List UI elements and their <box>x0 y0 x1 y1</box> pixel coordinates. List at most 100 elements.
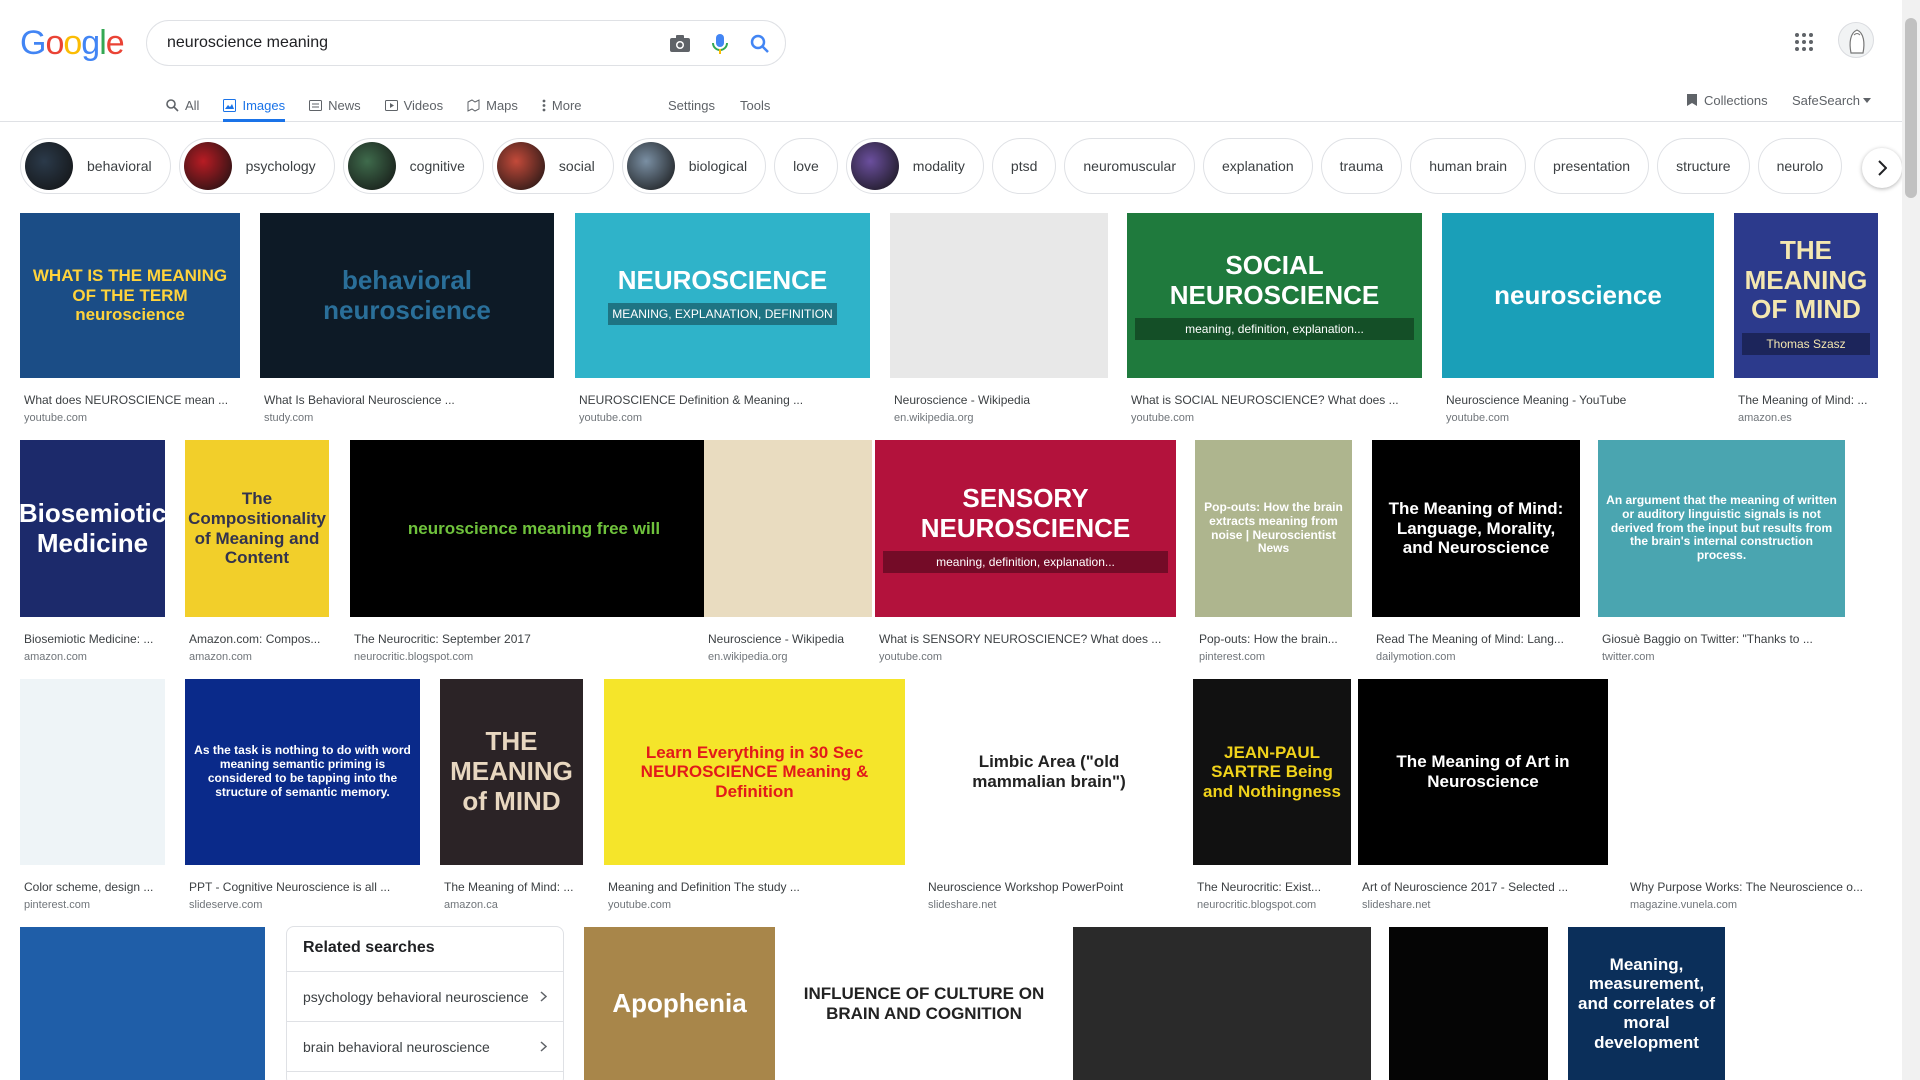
image-result[interactable]: The Meaning of Mind: Language, Morality,… <box>1372 440 1580 667</box>
chip-explanation[interactable]: explanation <box>1203 138 1313 194</box>
result-title[interactable]: Giosuè Baggio on Twitter: "Thanks to ... <box>1602 632 1845 646</box>
result-source[interactable]: youtube.com <box>579 412 870 424</box>
result-source[interactable]: pinterest.com <box>1199 651 1352 663</box>
chip-neuromuscular[interactable]: neuromuscular <box>1064 138 1195 194</box>
settings-link[interactable]: Settings <box>668 88 715 122</box>
result-thumbnail[interactable] <box>1626 679 1880 865</box>
result-thumbnail[interactable] <box>20 927 265 1080</box>
result-title[interactable]: The Neurocritic: Exist... <box>1197 880 1351 894</box>
chip-neurolo[interactable]: neurolo <box>1757 138 1843 194</box>
image-result[interactable] <box>1389 927 1548 1080</box>
result-thumbnail[interactable]: Learn Everything in 30 Sec NEUROSCIENCE … <box>604 679 905 865</box>
result-thumbnail[interactable]: Limbic Area ("old mammalian brain") <box>924 679 1174 865</box>
result-thumbnail[interactable] <box>704 440 872 617</box>
search-icon[interactable] <box>747 31 773 57</box>
result-title[interactable]: Read The Meaning of Mind: Lang... <box>1376 632 1580 646</box>
result-source[interactable]: amazon.es <box>1738 412 1878 424</box>
result-thumbnail[interactable]: As the task is nothing to do with word m… <box>185 679 420 865</box>
image-result[interactable]: SOCIAL NEUROSCIENCE meaning, definition, … <box>1127 213 1422 428</box>
chip-biological[interactable]: biological <box>621 138 767 194</box>
image-result[interactable]: WHAT IS THE MEANING OF THE TERM neurosci… <box>20 213 240 428</box>
result-thumbnail[interactable] <box>20 679 165 865</box>
apps-icon[interactable] <box>1794 32 1818 56</box>
result-source[interactable]: neurocritic.blogspot.com <box>1197 899 1351 911</box>
image-result[interactable]: Limbic Area ("old mammalian brain") Neuro… <box>924 679 1174 915</box>
result-title[interactable]: Neuroscience - Wikipedia <box>894 393 1108 407</box>
result-source[interactable]: en.wikipedia.org <box>894 412 1108 424</box>
result-source[interactable]: dailymotion.com <box>1376 651 1580 663</box>
tab-maps[interactable]: Maps <box>467 88 518 122</box>
related-search-item[interactable] <box>287 1071 563 1080</box>
result-title[interactable]: The Meaning of Mind: ... <box>444 880 583 894</box>
result-source[interactable]: amazon.com <box>24 651 165 663</box>
result-title[interactable]: NEUROSCIENCE Definition & Meaning ... <box>579 393 870 407</box>
result-thumbnail[interactable]: SENSORY NEUROSCIENCE meaning, definition,… <box>875 440 1176 617</box>
result-thumbnail[interactable] <box>1389 927 1548 1080</box>
image-result[interactable]: Learn Everything in 30 Sec NEUROSCIENCE … <box>604 679 905 915</box>
tab-videos[interactable]: Videos <box>384 88 443 122</box>
result-title[interactable]: Biosemiotic Medicine: ... <box>24 632 165 646</box>
image-result[interactable]: neuroscience meaning free will The Neuroc… <box>350 440 718 667</box>
result-title[interactable]: The Meaning of Mind: ... <box>1738 393 1878 407</box>
result-source[interactable]: youtube.com <box>24 412 240 424</box>
chips-next-button[interactable] <box>1862 148 1902 188</box>
chip-ptsd[interactable]: ptsd <box>991 138 1057 194</box>
result-thumbnail[interactable]: An argument that the meaning of written … <box>1598 440 1845 617</box>
result-source[interactable]: magazine.vunela.com <box>1630 899 1880 911</box>
result-source[interactable]: amazon.com <box>189 651 329 663</box>
image-result[interactable]: THE MEANING of MIND The Meaning of Mind: … <box>440 679 583 915</box>
result-thumbnail[interactable] <box>1742 927 1878 1080</box>
result-source[interactable]: slideshare.net <box>928 899 1174 911</box>
result-thumbnail[interactable]: neuroscience <box>1442 213 1714 378</box>
chip-presentation[interactable]: presentation <box>1534 138 1650 194</box>
result-thumbnail[interactable]: The Compositionality of Meaning and Cont… <box>185 440 329 617</box>
image-result[interactable]: The Compositionality of Meaning and Cont… <box>185 440 329 667</box>
image-result[interactable]: NEUROSCIENCE MEANING, EXPLANATION, DEFINI… <box>575 213 870 428</box>
result-title[interactable]: Meaning and Definition The study ... <box>608 880 905 894</box>
result-source[interactable]: youtube.com <box>1131 412 1422 424</box>
result-thumbnail[interactable]: WHAT IS THE MEANING OF THE TERM neurosci… <box>20 213 240 378</box>
result-thumbnail[interactable]: SOCIAL NEUROSCIENCE meaning, definition, … <box>1127 213 1422 378</box>
result-title[interactable]: The Neurocritic: September 2017 <box>354 632 718 646</box>
image-result[interactable]: Apophenia <box>584 927 775 1080</box>
result-thumbnail[interactable]: NEUROSCIENCE MEANING, EXPLANATION, DEFINI… <box>575 213 870 378</box>
image-result[interactable]: Biosemiotic Medicine Biosemiotic Medicine… <box>20 440 165 667</box>
chip-human-brain[interactable]: human brain <box>1410 138 1527 194</box>
image-result[interactable]: Why Purpose Works: The Neuroscience o...… <box>1626 679 1880 915</box>
result-title[interactable]: Neuroscience Meaning - YouTube <box>1446 393 1714 407</box>
chip-social[interactable]: social <box>491 138 614 194</box>
result-source[interactable]: youtube.com <box>1446 412 1714 424</box>
related-search-item[interactable]: brain behavioral neuroscience <box>287 1021 563 1071</box>
image-result[interactable]: As the task is nothing to do with word m… <box>185 679 420 915</box>
result-title[interactable]: PPT - Cognitive Neuroscience is all ... <box>189 880 420 894</box>
result-title[interactable]: What Is Behavioral Neuroscience ... <box>264 393 554 407</box>
result-source[interactable]: youtube.com <box>879 651 1176 663</box>
result-title[interactable]: Why Purpose Works: The Neuroscience o... <box>1630 880 1880 894</box>
scrollbar-thumb[interactable] <box>1905 18 1917 198</box>
tools-link[interactable]: Tools <box>740 88 770 122</box>
result-source[interactable]: twitter.com <box>1602 651 1845 663</box>
result-source[interactable]: pinterest.com <box>24 899 165 911</box>
result-thumbnail[interactable]: JEAN-PAUL SARTRE Being and Nothingness <box>1193 679 1351 865</box>
image-result[interactable]: Color scheme, design ... pinterest.com <box>20 679 165 915</box>
result-title[interactable]: Neuroscience Workshop PowerPoint <box>928 880 1174 894</box>
result-thumbnail[interactable]: behavioral neuroscience <box>260 213 554 378</box>
image-result[interactable] <box>1073 927 1371 1080</box>
search-box[interactable] <box>146 20 786 66</box>
result-title[interactable]: What is SOCIAL NEUROSCIENCE? What does .… <box>1131 393 1422 407</box>
result-thumbnail[interactable]: Meaning, measurement, and correlates of … <box>1568 927 1725 1080</box>
image-result[interactable]: behavioral neuroscience What Is Behaviora… <box>260 213 554 428</box>
result-title[interactable]: Color scheme, design ... <box>24 880 165 894</box>
result-source[interactable]: slideserve.com <box>189 899 420 911</box>
chip-psychology[interactable]: psychology <box>178 138 335 194</box>
image-result[interactable]: Pop-outs: How the brain extracts meaning… <box>1195 440 1352 667</box>
result-source[interactable]: slideshare.net <box>1362 899 1608 911</box>
chip-trauma[interactable]: trauma <box>1320 138 1403 194</box>
tab-news[interactable]: News <box>309 88 361 122</box>
result-thumbnail[interactable]: Pop-outs: How the brain extracts meaning… <box>1195 440 1352 617</box>
image-result[interactable]: SENSORY NEUROSCIENCE meaning, definition,… <box>875 440 1176 667</box>
chip-behavioral[interactable]: behavioral <box>20 138 171 194</box>
image-result[interactable]: Neuroscience - Wikipedia en.wikipedia.org <box>704 440 872 667</box>
chip-cognitive[interactable]: cognitive <box>342 138 484 194</box>
collections-link[interactable]: Collections <box>1686 88 1768 112</box>
